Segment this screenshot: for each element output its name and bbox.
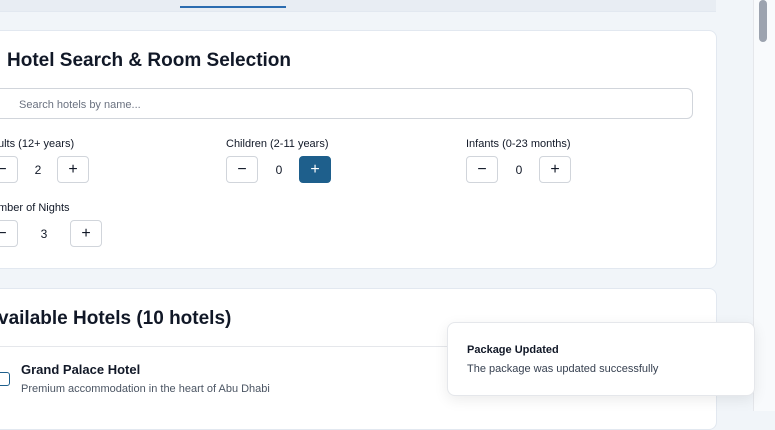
minus-icon: − xyxy=(237,160,247,178)
infants-label: Infants (0-23 months) xyxy=(466,138,571,150)
plus-icon: + xyxy=(81,224,91,242)
children-label: Children (2-11 years) xyxy=(226,138,329,150)
plus-icon: + xyxy=(550,160,560,178)
minus-icon: − xyxy=(477,160,487,178)
available-hotels-title: vailable Hotels (10 hotels) xyxy=(0,308,232,329)
adults-label: ults (12+ years) xyxy=(0,138,75,150)
toast-message: The package was updated successfully xyxy=(467,363,659,375)
hotel-search-title: Hotel Search & Room Selection xyxy=(7,50,292,71)
nights-label: mber of Nights xyxy=(0,202,70,214)
toast-title: Package Updated xyxy=(467,344,559,356)
children-value: 0 xyxy=(275,163,283,177)
adults-decrement-button[interactable]: − xyxy=(0,156,18,183)
plus-icon: + xyxy=(310,160,320,178)
plus-icon: + xyxy=(68,160,78,178)
scrollbar-track xyxy=(753,0,775,411)
search-input[interactable] xyxy=(17,94,621,116)
minus-icon: − xyxy=(0,224,7,242)
hotel-name: Grand Palace Hotel xyxy=(21,362,141,377)
infants-decrement-button[interactable]: − xyxy=(466,156,498,183)
tab-strip xyxy=(0,0,716,12)
children-decrement-button[interactable]: − xyxy=(226,156,258,183)
hotel-select-checkbox[interactable] xyxy=(0,372,10,386)
toast-notification: Package Updated The package was updated … xyxy=(447,322,755,396)
hotel-description: Premium accommodation in the heart of Ab… xyxy=(21,383,270,395)
nights-decrement-button[interactable]: − xyxy=(0,220,18,247)
adults-value: 2 xyxy=(34,163,42,177)
adults-increment-button[interactable]: + xyxy=(57,156,89,183)
minus-icon: − xyxy=(0,160,7,178)
hotel-search-box[interactable] xyxy=(0,88,693,119)
active-tab-indicator xyxy=(180,6,286,8)
nights-increment-button[interactable]: + xyxy=(70,220,102,247)
infants-value: 0 xyxy=(515,163,523,177)
search-icon xyxy=(0,98,5,112)
nights-value: 3 xyxy=(40,227,48,241)
scrollbar-thumb[interactable] xyxy=(759,0,767,42)
children-increment-button[interactable]: + xyxy=(299,156,331,183)
infants-increment-button[interactable]: + xyxy=(539,156,571,183)
